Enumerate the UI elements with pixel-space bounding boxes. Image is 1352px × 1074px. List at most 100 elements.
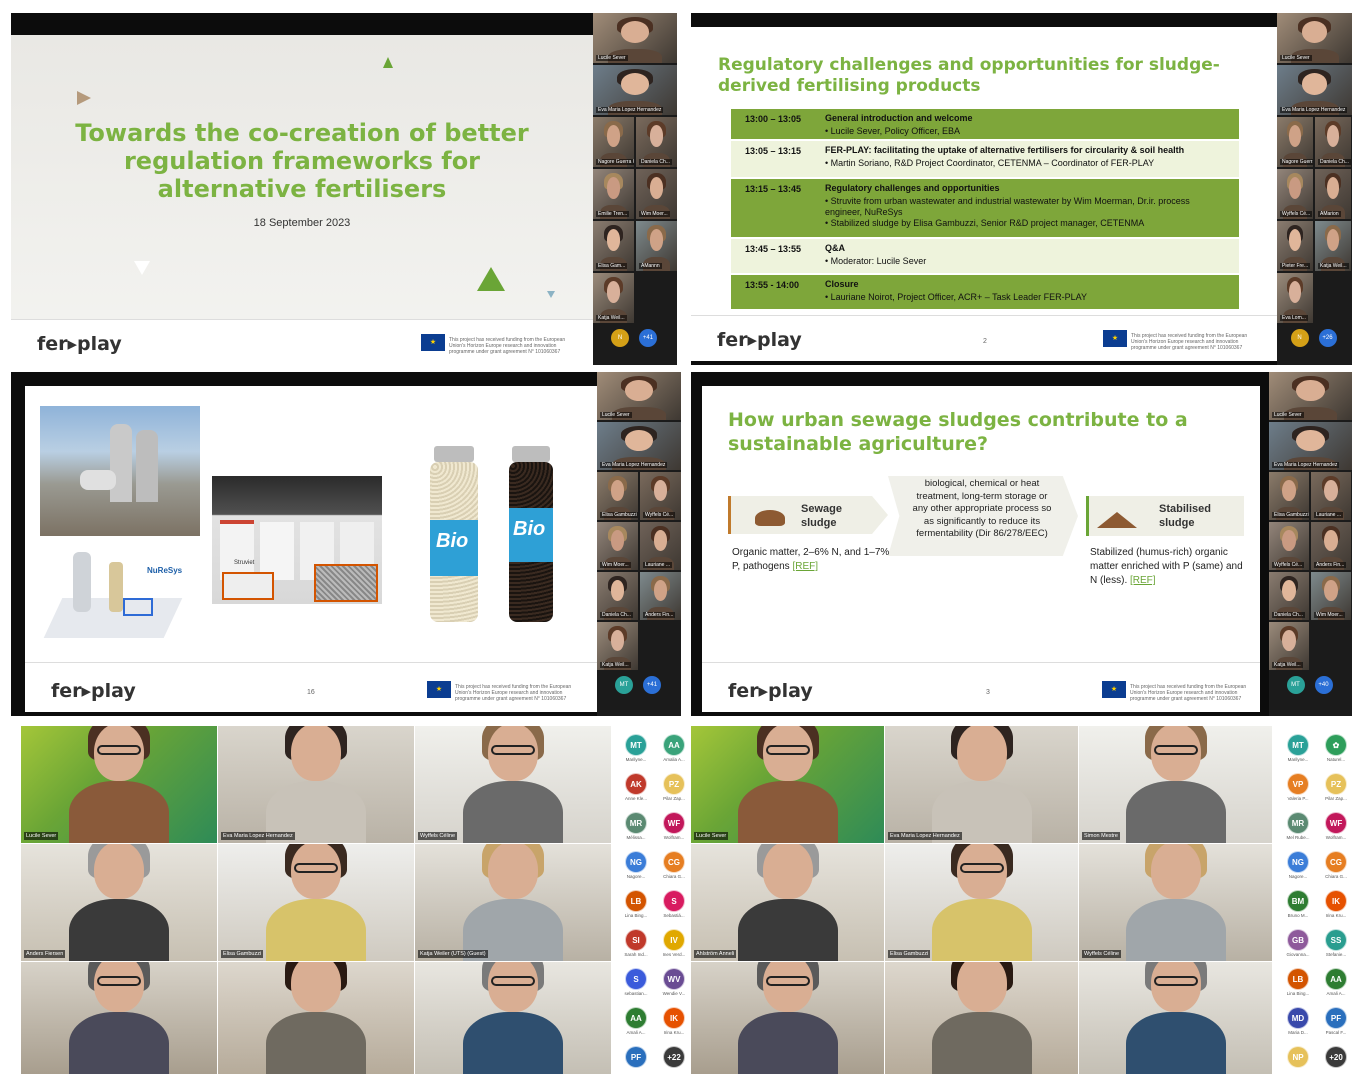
participant-video-tile[interactable] xyxy=(21,962,217,1074)
participant-avatar[interactable]: WV Wendie V... xyxy=(659,968,689,996)
participant-video-tile[interactable]: Lucile Sever xyxy=(691,726,884,843)
participant-video-tile[interactable]: Anders Fiersen xyxy=(21,844,217,961)
participant-avatar[interactable]: MT Marilyne... xyxy=(1283,734,1313,762)
participant-avatar[interactable]: AA Amali A... xyxy=(1321,968,1351,996)
participant-avatar[interactable]: CG Chiara G... xyxy=(659,851,689,879)
participant-video-tile[interactable]: Wim Moer... xyxy=(1311,572,1351,620)
participant-video-tile[interactable]: Wim Moer... xyxy=(597,522,638,570)
participant-video-tile[interactable]: Elisa Gam... xyxy=(593,221,634,271)
participant-video-tile[interactable]: Lucile Sever xyxy=(593,13,677,63)
participant-video-tile[interactable]: Daniela Ch... xyxy=(597,572,638,620)
participant-avatar[interactable]: PZ Pilar Zap... xyxy=(1321,773,1351,801)
more-participants-badge[interactable]: +41 xyxy=(643,676,661,694)
participant-video-tile[interactable]: Eva Maria Lopez Hernandez xyxy=(218,726,414,843)
participant-avatar[interactable]: NG Nagore... xyxy=(621,851,651,879)
more-participants-badge[interactable]: +22 xyxy=(659,1046,689,1069)
participant-avatar[interactable]: PZ Pilar Zap... xyxy=(659,773,689,801)
participant-video-tile[interactable]: Lucile Sever xyxy=(597,372,681,420)
participant-avatar[interactable]: ✿ Naturel... xyxy=(1321,734,1351,762)
participant-video-tile[interactable] xyxy=(691,962,884,1074)
participant-avatar[interactable]: MR Mélissa... xyxy=(621,812,651,840)
participant-avatar[interactable]: IK Irina Kru... xyxy=(1321,890,1351,918)
participant-video-tile[interactable]: Wyffels Cé... xyxy=(640,472,681,520)
participant-video-tile[interactable]: Katja Weil... xyxy=(593,273,634,323)
more-participants-badge[interactable]: +40 xyxy=(1314,676,1333,694)
participant-video-tile[interactable]: Emilie Tren... xyxy=(593,169,634,219)
participant-avatar[interactable]: AA Amali A... xyxy=(621,1007,651,1035)
participant-video-tile[interactable]: Eva Lom... xyxy=(1277,273,1313,323)
participant-video-tile[interactable]: Simon Mestre xyxy=(1079,726,1272,843)
participant-video-tile[interactable]: Wyffels Cé... xyxy=(1277,169,1313,219)
participant-avatar[interactable]: GB Giovanna... xyxy=(1283,929,1313,957)
participant-video-tile[interactable]: Lucile Sever xyxy=(1277,13,1352,63)
participant-video-tile[interactable]: Nagore Guerra Gorostegi xyxy=(1277,117,1313,167)
participant-avatar[interactable]: MT xyxy=(1286,676,1305,694)
participant-video-tile[interactable]: Elisa Gambuzzi xyxy=(597,472,638,520)
participant-video-tile[interactable]: Eva Maria Lopez Hernandez xyxy=(593,65,677,115)
participant-avatar[interactable]: SS Stefanie... xyxy=(1321,929,1351,957)
participant-avatar[interactable]: BM Bruno M... xyxy=(1283,890,1313,918)
ref-link[interactable]: [REF] xyxy=(1130,575,1156,586)
participant-avatar[interactable]: VP Valeria P... xyxy=(1283,773,1313,801)
participant-avatar[interactable]: N xyxy=(1290,329,1309,347)
participant-video-tile[interactable]: AMannn xyxy=(636,221,677,271)
participant-video-tile[interactable]: Katja Weil... xyxy=(597,622,638,670)
participant-video-tile[interactable]: Wim Moer... xyxy=(636,169,677,219)
participant-avatar[interactable]: WF Wolfram... xyxy=(1321,812,1351,840)
participant-video-tile[interactable]: Elisa Gambuzzi xyxy=(1269,472,1309,520)
participant-video-tile[interactable]: Lauriane ... xyxy=(640,522,681,570)
participant-video-tile[interactable]: Elisa Gambuzzi xyxy=(885,844,1078,961)
participant-video-tile[interactable]: Eva Maria Lopez Hernandez xyxy=(885,726,1078,843)
participant-video-tile[interactable]: Lucile Sever xyxy=(21,726,217,843)
participant-avatar[interactable]: CG Chiara G... xyxy=(1321,851,1351,879)
participant-video-tile[interactable]: Lucile Sever xyxy=(1269,372,1352,420)
participant-avatar[interactable]: MR Mel Rube... xyxy=(1283,812,1313,840)
participant-avatar[interactable]: AK Anne Kle... xyxy=(621,773,651,801)
more-participants-badge[interactable]: +20 xyxy=(1321,1046,1351,1069)
participant-video-tile[interactable]: Wyffels Cé... xyxy=(1269,522,1309,570)
participant-avatar[interactable]: IK Irina Kru... xyxy=(659,1007,689,1035)
participant-video-tile[interactable]: Eva Maria Lopez Hernandez xyxy=(1269,422,1352,470)
ref-link[interactable]: [REF] xyxy=(792,561,818,572)
participant-avatar[interactable]: LB Lina Bing... xyxy=(621,890,651,918)
participant-video-tile[interactable]: Ahlström Anneli xyxy=(691,844,884,961)
participant-video-tile[interactable]: Nagore Guerra Gorostegi xyxy=(593,117,634,167)
participant-video-tile[interactable]: Eva Maria Lopez Hernandez xyxy=(597,422,681,470)
participant-avatar[interactable]: SI Sarah Ind... xyxy=(621,929,651,957)
participant-avatar[interactable]: AA Amalia A... xyxy=(659,734,689,762)
participant-video-tile[interactable] xyxy=(1079,962,1272,1074)
participant-video-tile[interactable]: Daniela Ch... xyxy=(1315,117,1351,167)
participant-video-tile[interactable]: Daniela Ch... xyxy=(636,117,677,167)
participant-avatar[interactable]: MD Maria D... xyxy=(1283,1007,1313,1035)
participant-video-tile[interactable] xyxy=(218,962,414,1074)
participant-avatar[interactable]: IV Ines Verd... xyxy=(659,929,689,957)
participant-video-tile[interactable]: Lauriane ... xyxy=(1311,472,1351,520)
participant-video-tile[interactable]: Eva Maria Lopez Hernandez xyxy=(1277,65,1352,115)
participant-video-tile[interactable]: Katja Weiler (UTS) (Guest) xyxy=(415,844,611,961)
participant-video-tile[interactable]: Katja Weil... xyxy=(1269,622,1309,670)
participant-avatar[interactable]: MT Marilyne... xyxy=(621,734,651,762)
more-participants-badge[interactable]: +26 xyxy=(1318,329,1337,347)
participant-avatar[interactable]: LB Lina Bing... xyxy=(1283,968,1313,996)
participant-avatar[interactable]: S Sebastiá... xyxy=(659,890,689,918)
participant-avatar[interactable]: PF xyxy=(621,1046,651,1069)
participant-video-tile[interactable]: Pieter Fre... xyxy=(1277,221,1313,271)
participant-avatar[interactable]: WF Wolfram... xyxy=(659,812,689,840)
participant-video-tile[interactable] xyxy=(885,962,1078,1074)
participant-avatar[interactable]: NG Nagore... xyxy=(1283,851,1313,879)
more-participants-badge[interactable]: +41 xyxy=(639,329,657,347)
participant-video-tile[interactable]: Katja Weil... xyxy=(1315,221,1351,271)
participant-avatar[interactable]: NP xyxy=(1283,1046,1313,1069)
participant-avatar[interactable]: Ssebastian... xyxy=(621,968,651,996)
participant-avatar[interactable]: MT xyxy=(615,676,633,694)
participant-avatar[interactable]: N xyxy=(611,329,629,347)
participant-video-tile[interactable]: Anders Fin... xyxy=(640,572,681,620)
participant-video-tile[interactable]: Wyffels Céline xyxy=(1079,844,1272,961)
participant-video-tile[interactable]: Wyffels Céline xyxy=(415,726,611,843)
participant-video-tile[interactable] xyxy=(415,962,611,1074)
participant-video-tile[interactable]: Daniela Ch... xyxy=(1269,572,1309,620)
participant-video-tile[interactable]: AMarion xyxy=(1315,169,1351,219)
participant-video-tile[interactable]: Elisa Gambuzzi xyxy=(218,844,414,961)
participant-avatar[interactable]: PF Pascal F... xyxy=(1321,1007,1351,1035)
participant-video-tile[interactable]: Anders Fin... xyxy=(1311,522,1351,570)
